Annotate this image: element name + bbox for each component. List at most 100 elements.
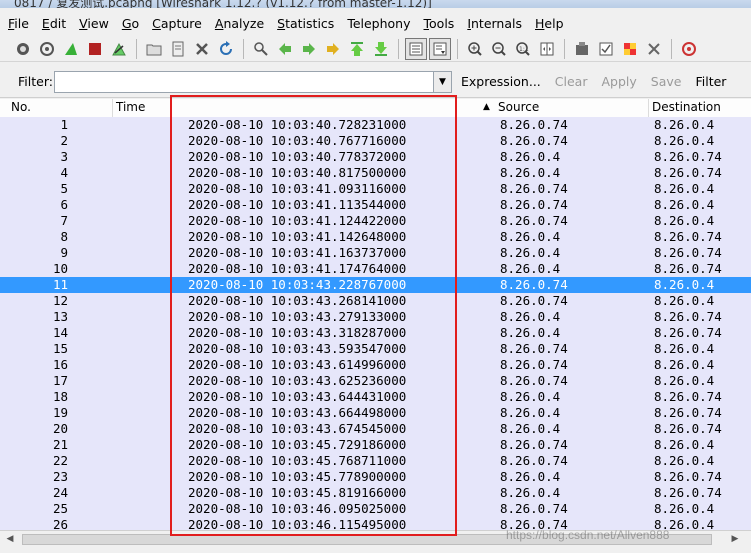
start-capture-icon[interactable] [60, 38, 82, 60]
menu-edit[interactable]: Edit [37, 16, 71, 31]
packet-time: 2020-08-10 10:03:43.228767000 [188, 277, 407, 292]
scroll-left-icon[interactable]: ◀ [3, 533, 17, 546]
column-separator[interactable] [648, 99, 649, 117]
display-filters-icon[interactable] [595, 38, 617, 60]
capture-options-icon[interactable] [36, 38, 58, 60]
find-packet-icon[interactable] [250, 38, 272, 60]
menu-view[interactable]: View [74, 16, 114, 31]
go-last-icon[interactable] [370, 38, 392, 60]
table-row[interactable]: 4 2020-08-10 10:03:40.817500000 8.26.0.4 8.… [0, 165, 751, 181]
column-header-time[interactable]: Time [116, 100, 145, 114]
restart-capture-icon[interactable] [108, 38, 130, 60]
packet-source: 8.26.0.4 [500, 165, 561, 180]
menu-help[interactable]: Help [530, 16, 569, 31]
table-row[interactable]: 17 2020-08-10 10:03:43.625236000 8.26.0.74… [0, 373, 751, 389]
packet-destination: 8.26.0.4 [654, 197, 715, 212]
go-back-icon[interactable] [274, 38, 296, 60]
table-row[interactable]: 24 2020-08-10 10:03:45.819166000 8.26.0.4 8… [0, 485, 751, 501]
packet-source: 8.26.0.4 [500, 421, 561, 436]
menu-go[interactable]: Go [117, 16, 144, 31]
filter-history-dropdown[interactable]: ▼ [434, 70, 452, 93]
packet-time: 2020-08-10 10:03:41.124422000 [188, 213, 407, 228]
column-separator[interactable] [112, 99, 113, 117]
menu-tools[interactable]: Tools [419, 16, 460, 31]
go-forward-icon[interactable] [298, 38, 320, 60]
packet-number: 16 [52, 357, 68, 372]
toolbar-separator [457, 38, 458, 59]
table-row[interactable]: 16 2020-08-10 10:03:43.614996000 8.26.0.74… [0, 357, 751, 373]
packet-time: 2020-08-10 10:03:45.778900000 [188, 469, 407, 484]
auto-scroll-icon[interactable] [429, 37, 451, 60]
table-row[interactable]: 9 2020-08-10 10:03:41.163737000 8.26.0.4 8.… [0, 245, 751, 261]
packet-source: 8.26.0.74 [500, 213, 568, 228]
column-header-source[interactable]: Source [498, 100, 539, 114]
reload-icon[interactable] [215, 38, 237, 60]
filter-button[interactable]: Filter [690, 74, 731, 89]
packet-number: 18 [52, 389, 68, 404]
table-row[interactable]: 13 2020-08-10 10:03:43.279133000 8.26.0.4 8… [0, 309, 751, 325]
coloring-rules-icon[interactable] [619, 38, 641, 60]
toolbar-separator [671, 38, 672, 59]
packet-time: 2020-08-10 10:03:40.767716000 [188, 133, 407, 148]
window-title-bar: 0817 / 复发测试.pcapng [Wireshark 1.12.? (v1… [0, 0, 751, 8]
zoom-out-icon[interactable] [488, 38, 510, 60]
table-row[interactable]: 15 2020-08-10 10:03:43.593547000 8.26.0.74… [0, 341, 751, 357]
packet-number: 20 [52, 421, 68, 436]
zoom-in-icon[interactable] [464, 38, 486, 60]
menu-statistics[interactable]: Statistics [272, 16, 339, 31]
table-row[interactable]: 14 2020-08-10 10:03:43.318287000 8.26.0.4 8… [0, 325, 751, 341]
table-row[interactable]: 5 2020-08-10 10:03:41.093116000 8.26.0.74 8… [0, 181, 751, 197]
interface-list-icon[interactable] [12, 38, 34, 60]
column-header-destination[interactable]: Destination [652, 100, 721, 114]
menu-internals[interactable]: Internals [462, 16, 527, 31]
menu-telephony[interactable]: Telephony [342, 16, 415, 31]
table-row[interactable]: 20 2020-08-10 10:03:43.674545000 8.26.0.4 8… [0, 421, 751, 437]
display-filter-input[interactable] [54, 70, 434, 93]
scroll-right-icon[interactable]: ▶ [728, 533, 742, 546]
packet-time: 2020-08-10 10:03:43.268141000 [188, 293, 407, 308]
table-row[interactable]: 18 2020-08-10 10:03:43.644431000 8.26.0.4 8… [0, 389, 751, 405]
packet-number: 2 [60, 133, 68, 148]
packet-destination: 8.26.0.4 [654, 133, 715, 148]
save-button[interactable]: Save [646, 74, 687, 89]
column-header-no[interactable]: No. [11, 100, 31, 114]
menu-file[interactable]: File [3, 16, 34, 31]
table-row[interactable]: 25 2020-08-10 10:03:46.095025000 8.26.0.74… [0, 501, 751, 517]
table-row[interactable]: 6 2020-08-10 10:03:41.113544000 8.26.0.74 8… [0, 197, 751, 213]
go-to-packet-icon[interactable] [322, 38, 344, 60]
packet-source: 8.26.0.4 [500, 469, 561, 484]
table-row[interactable]: 11 2020-08-10 10:03:43.228767000 8.26.0.74… [0, 277, 751, 293]
table-row[interactable]: 19 2020-08-10 10:03:43.664498000 8.26.0.4 8… [0, 405, 751, 421]
table-row[interactable]: 21 2020-08-10 10:03:45.729186000 8.26.0.74… [0, 437, 751, 453]
table-row[interactable]: 22 2020-08-10 10:03:45.768711000 8.26.0.74… [0, 453, 751, 469]
capture-filters-icon[interactable] [571, 38, 593, 60]
expression-button[interactable]: Expression... [456, 74, 546, 89]
table-row[interactable]: 12 2020-08-10 10:03:43.268141000 8.26.0.74… [0, 293, 751, 309]
colorize-icon[interactable] [405, 37, 427, 60]
table-row[interactable]: 1 2020-08-10 10:03:40.728231000 8.26.0.74 8… [0, 117, 751, 133]
clear-button[interactable]: Clear [550, 74, 593, 89]
packet-source: 8.26.0.74 [500, 197, 568, 212]
packet-destination: 8.26.0.4 [654, 213, 715, 228]
table-row[interactable]: 23 2020-08-10 10:03:45.778900000 8.26.0.4 8… [0, 469, 751, 485]
preferences-icon[interactable] [643, 38, 665, 60]
save-file-icon[interactable] [167, 38, 189, 60]
stop-capture-icon[interactable] [84, 38, 106, 60]
packet-number: 24 [52, 485, 68, 500]
menu-analyze[interactable]: Analyze [210, 16, 269, 31]
go-first-icon[interactable] [346, 38, 368, 60]
zoom-normal-icon[interactable]: 1:1 [512, 38, 534, 60]
table-row[interactable]: 8 2020-08-10 10:03:41.142648000 8.26.0.4 8.… [0, 229, 751, 245]
menu-capture[interactable]: Capture [147, 16, 207, 31]
packet-number: 25 [52, 501, 68, 516]
apply-button[interactable]: Apply [596, 74, 641, 89]
resize-columns-icon[interactable] [536, 38, 558, 60]
open-file-icon[interactable] [143, 38, 165, 60]
help-icon[interactable] [678, 38, 700, 60]
table-row[interactable]: 2 2020-08-10 10:03:40.767716000 8.26.0.74 8… [0, 133, 751, 149]
table-row[interactable]: 10 2020-08-10 10:03:41.174764000 8.26.0.4 8… [0, 261, 751, 277]
packet-destination: 8.26.0.74 [654, 229, 722, 244]
table-row[interactable]: 7 2020-08-10 10:03:41.124422000 8.26.0.74 8… [0, 213, 751, 229]
close-file-icon[interactable] [191, 38, 213, 60]
table-row[interactable]: 3 2020-08-10 10:03:40.778372000 8.26.0.4 8.… [0, 149, 751, 165]
